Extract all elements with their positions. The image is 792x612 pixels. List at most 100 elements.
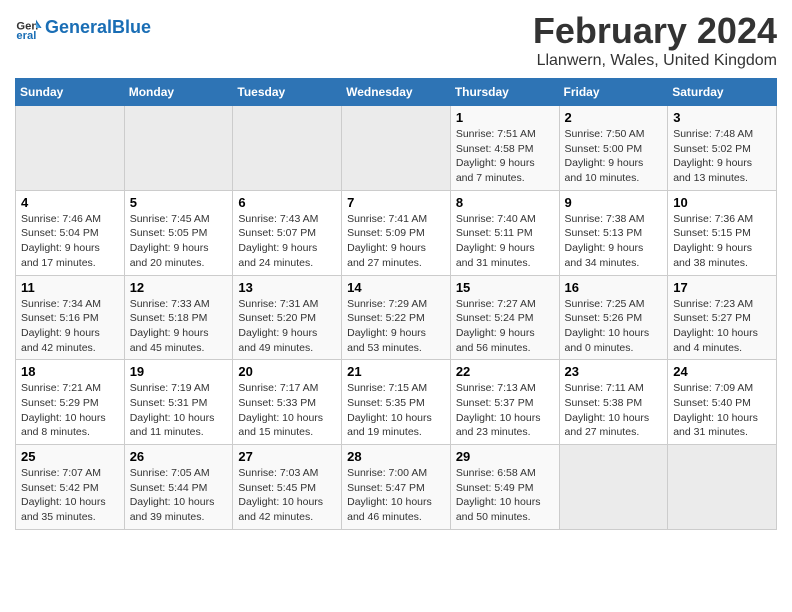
calendar-cell: 29Sunrise: 6:58 AM Sunset: 5:49 PM Dayli… xyxy=(450,445,559,530)
month-title: February 2024 xyxy=(533,10,777,52)
day-number: 28 xyxy=(347,449,445,464)
day-number: 10 xyxy=(673,195,771,210)
day-info: Sunrise: 7:29 AM Sunset: 5:22 PM Dayligh… xyxy=(347,297,445,356)
day-info: Sunrise: 7:11 AM Sunset: 5:38 PM Dayligh… xyxy=(565,381,663,440)
day-number: 6 xyxy=(238,195,336,210)
day-number: 4 xyxy=(21,195,119,210)
day-number: 2 xyxy=(565,110,663,125)
calendar-week-row: 18 Sunrise: 7:21 AM Sunset: 5:29 PM Dayli… xyxy=(16,360,777,445)
calendar-cell: 21 Sunrise: 7:15 AM Sunset: 5:35 PM Dayli… xyxy=(342,360,451,445)
day-number: 23 xyxy=(565,364,663,379)
calendar-cell: 26 Sunrise: 7:05 AM Sunset: 5:44 PM Dayli… xyxy=(124,445,233,530)
day-number: 1 xyxy=(456,110,554,125)
weekday-header-saturday: Saturday xyxy=(668,79,777,106)
day-info: Sunrise: 7:05 AM Sunset: 5:44 PM Dayligh… xyxy=(130,466,228,525)
day-info: Sunrise: 7:00 AM Sunset: 5:47 PM Dayligh… xyxy=(347,466,445,525)
day-info: Sunrise: 7:50 AM Sunset: 5:00 PM Dayligh… xyxy=(565,127,663,186)
day-number: 20 xyxy=(238,364,336,379)
day-number: 13 xyxy=(238,280,336,295)
calendar-cell xyxy=(559,445,668,530)
calendar-cell: 18 Sunrise: 7:21 AM Sunset: 5:29 PM Dayli… xyxy=(16,360,125,445)
day-number: 19 xyxy=(130,364,228,379)
title-block: February 2024 Llanwern, Wales, United Ki… xyxy=(533,10,777,70)
calendar-cell: 5 Sunrise: 7:45 AM Sunset: 5:05 PM Daylig… xyxy=(124,190,233,275)
calendar-cell: 11 Sunrise: 7:34 AM Sunset: 5:16 PM Dayli… xyxy=(16,275,125,360)
day-info: Sunrise: 7:25 AM Sunset: 5:26 PM Dayligh… xyxy=(565,297,663,356)
day-info: Sunrise: 7:23 AM Sunset: 5:27 PM Dayligh… xyxy=(673,297,771,356)
calendar-cell: 22Sunrise: 7:13 AM Sunset: 5:37 PM Dayli… xyxy=(450,360,559,445)
day-info: Sunrise: 7:07 AM Sunset: 5:42 PM Dayligh… xyxy=(21,466,119,525)
day-info: Sunrise: 7:09 AM Sunset: 5:40 PM Dayligh… xyxy=(673,381,771,440)
day-info: Sunrise: 7:48 AM Sunset: 5:02 PM Dayligh… xyxy=(673,127,771,186)
calendar-cell: 24 Sunrise: 7:09 AM Sunset: 5:40 PM Dayli… xyxy=(668,360,777,445)
calendar-cell: 2 Sunrise: 7:50 AM Sunset: 5:00 PM Daylig… xyxy=(559,106,668,191)
weekday-header-tuesday: Tuesday xyxy=(233,79,342,106)
day-info: Sunrise: 7:15 AM Sunset: 5:35 PM Dayligh… xyxy=(347,381,445,440)
calendar-cell: 28 Sunrise: 7:00 AM Sunset: 5:47 PM Dayli… xyxy=(342,445,451,530)
calendar-cell: 13 Sunrise: 7:31 AM Sunset: 5:20 PM Dayli… xyxy=(233,275,342,360)
day-info: Sunrise: 7:19 AM Sunset: 5:31 PM Dayligh… xyxy=(130,381,228,440)
day-info: Sunrise: 7:21 AM Sunset: 5:29 PM Dayligh… xyxy=(21,381,119,440)
day-info: Sunrise: 7:17 AM Sunset: 5:33 PM Dayligh… xyxy=(238,381,336,440)
day-info: Sunrise: 7:45 AM Sunset: 5:05 PM Dayligh… xyxy=(130,212,228,271)
day-info: Sunrise: 7:27 AM Sunset: 5:24 PM Dayligh… xyxy=(456,297,554,356)
day-number: 12 xyxy=(130,280,228,295)
day-info: Sunrise: 7:31 AM Sunset: 5:20 PM Dayligh… xyxy=(238,297,336,356)
day-number: 5 xyxy=(130,195,228,210)
calendar-week-row: 4 Sunrise: 7:46 AM Sunset: 5:04 PM Daylig… xyxy=(16,190,777,275)
weekday-header-row: SundayMondayTuesdayWednesdayThursdayFrid… xyxy=(16,79,777,106)
calendar-week-row: 11 Sunrise: 7:34 AM Sunset: 5:16 PM Dayli… xyxy=(16,275,777,360)
calendar-cell: 7Sunrise: 7:41 AM Sunset: 5:09 PM Daylig… xyxy=(342,190,451,275)
day-info: Sunrise: 7:03 AM Sunset: 5:45 PM Dayligh… xyxy=(238,466,336,525)
day-info: Sunrise: 7:41 AM Sunset: 5:09 PM Dayligh… xyxy=(347,212,445,271)
day-number: 24 xyxy=(673,364,771,379)
calendar-cell: 3 Sunrise: 7:48 AM Sunset: 5:02 PM Daylig… xyxy=(668,106,777,191)
logo-text: GeneralBlue xyxy=(45,18,151,38)
day-info: Sunrise: 7:34 AM Sunset: 5:16 PM Dayligh… xyxy=(21,297,119,356)
calendar-cell: 17 Sunrise: 7:23 AM Sunset: 5:27 PM Dayli… xyxy=(668,275,777,360)
day-info: Sunrise: 7:13 AM Sunset: 5:37 PM Dayligh… xyxy=(456,381,554,440)
svg-text:eral: eral xyxy=(16,30,36,42)
logo-general: General xyxy=(45,17,112,37)
calendar-cell: 19 Sunrise: 7:19 AM Sunset: 5:31 PM Dayli… xyxy=(124,360,233,445)
calendar-cell: 23 Sunrise: 7:11 AM Sunset: 5:38 PM Dayli… xyxy=(559,360,668,445)
day-number: 9 xyxy=(565,195,663,210)
calendar-cell: 8 Sunrise: 7:40 AM Sunset: 5:11 PM Daylig… xyxy=(450,190,559,275)
calendar-cell xyxy=(16,106,125,191)
logo-blue: Blue xyxy=(112,17,151,37)
calendar-cell: 1 Sunrise: 7:51 AM Sunset: 4:58 PM Daylig… xyxy=(450,106,559,191)
day-number: 18 xyxy=(21,364,119,379)
day-info: Sunrise: 7:40 AM Sunset: 5:11 PM Dayligh… xyxy=(456,212,554,271)
day-info: Sunrise: 7:36 AM Sunset: 5:15 PM Dayligh… xyxy=(673,212,771,271)
calendar-cell: 10 Sunrise: 7:36 AM Sunset: 5:15 PM Dayli… xyxy=(668,190,777,275)
day-number: 21 xyxy=(347,364,445,379)
day-number: 14 xyxy=(347,280,445,295)
calendar-cell: 9Sunrise: 7:38 AM Sunset: 5:13 PM Daylig… xyxy=(559,190,668,275)
day-info: Sunrise: 7:46 AM Sunset: 5:04 PM Dayligh… xyxy=(21,212,119,271)
day-info: Sunrise: 7:43 AM Sunset: 5:07 PM Dayligh… xyxy=(238,212,336,271)
calendar-cell xyxy=(124,106,233,191)
calendar-cell xyxy=(668,445,777,530)
calendar-cell: 25 Sunrise: 7:07 AM Sunset: 5:42 PM Dayli… xyxy=(16,445,125,530)
calendar-cell: 4 Sunrise: 7:46 AM Sunset: 5:04 PM Daylig… xyxy=(16,190,125,275)
day-info: Sunrise: 7:33 AM Sunset: 5:18 PM Dayligh… xyxy=(130,297,228,356)
calendar-cell xyxy=(342,106,451,191)
page-header: Gen eral GeneralBlue February 2024 Llanw… xyxy=(15,10,777,70)
weekday-header-wednesday: Wednesday xyxy=(342,79,451,106)
calendar-cell: 12 Sunrise: 7:33 AM Sunset: 5:18 PM Dayli… xyxy=(124,275,233,360)
day-number: 26 xyxy=(130,449,228,464)
day-number: 15 xyxy=(456,280,554,295)
weekday-header-friday: Friday xyxy=(559,79,668,106)
day-number: 3 xyxy=(673,110,771,125)
day-number: 25 xyxy=(21,449,119,464)
day-number: 16 xyxy=(565,280,663,295)
calendar-table: SundayMondayTuesdayWednesdayThursdayFrid… xyxy=(15,78,777,530)
day-info: Sunrise: 6:58 AM Sunset: 5:49 PM Dayligh… xyxy=(456,466,554,525)
weekday-header-sunday: Sunday xyxy=(16,79,125,106)
calendar-cell: 20 Sunrise: 7:17 AM Sunset: 5:33 PM Dayli… xyxy=(233,360,342,445)
day-number: 17 xyxy=(673,280,771,295)
day-info: Sunrise: 7:51 AM Sunset: 4:58 PM Dayligh… xyxy=(456,127,554,186)
day-number: 11 xyxy=(21,280,119,295)
day-number: 8 xyxy=(456,195,554,210)
logo: Gen eral GeneralBlue xyxy=(15,14,151,42)
